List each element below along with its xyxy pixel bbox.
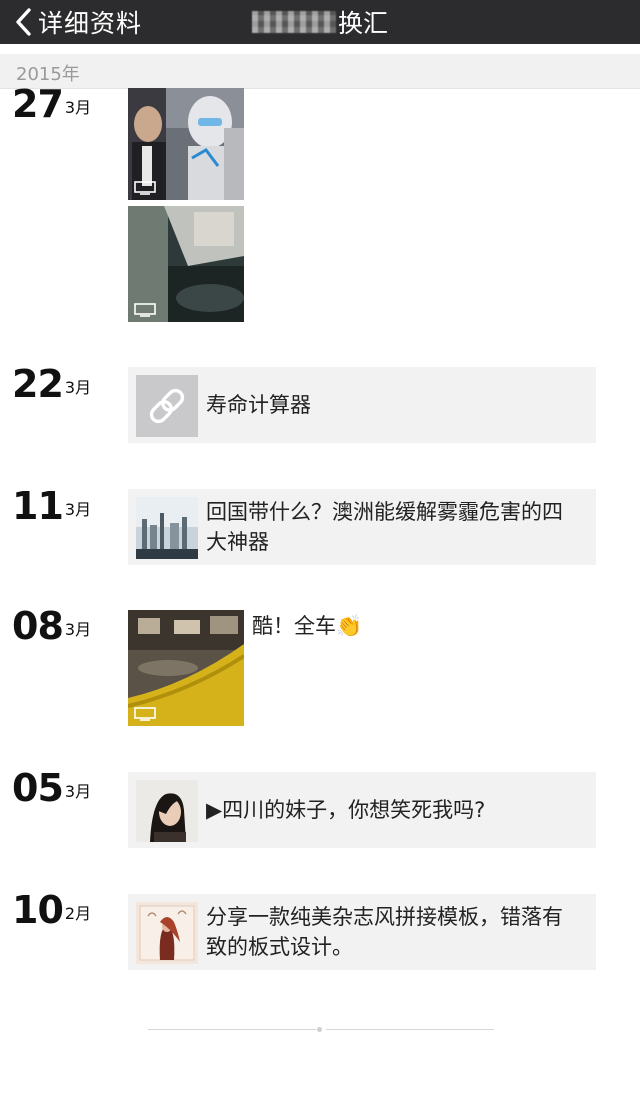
link-card[interactable]: ▶四川的妹子，你想笑死我吗? [128,772,596,848]
link-title: ▶四川的妹子，你想笑死我吗? [206,798,486,822]
link-title: 回国带什么？澳洲能缓解雾霾危害的四大神器 [206,500,563,554]
date-label: 10 2月 [12,888,91,932]
article-thumbnail [136,902,198,964]
date-month: 3月 [64,500,92,519]
date-label: 11 3月 [12,484,91,528]
year-header: 2015年 [0,54,640,89]
article-thumbnail [136,497,198,559]
date-label: 22 3月 [12,362,91,406]
link-icon [136,375,198,437]
page-title: 换汇 [0,0,640,44]
link-card[interactable]: 回国带什么？澳洲能缓解雾霾危害的四大神器 [128,489,596,565]
video-thumbnail[interactable] [128,206,244,322]
footer-divider [148,1029,316,1030]
date-label: 05 3月 [12,766,91,810]
tv-icon [134,302,156,317]
date-day: 08 [12,604,64,648]
tv-icon [134,180,156,195]
date-day: 11 [12,484,64,528]
date-month: 3月 [64,378,92,397]
date-day: 27 [12,82,64,126]
link-title: 寿命计算器 [206,393,311,417]
article-thumbnail [136,780,198,842]
blurred-name [251,11,336,33]
date-day: 22 [12,362,64,406]
link-card[interactable]: 寿命计算器 [128,367,596,443]
link-card[interactable]: 分享一款纯美杂志风拼接模板，错落有致的板式设计。 [128,894,596,970]
link-title: 分享一款纯美杂志风拼接模板，错落有致的板式设计。 [206,905,563,959]
nav-bar: 详细资料 换汇 [0,0,640,44]
date-day: 05 [12,766,64,810]
footer-divider [326,1029,494,1030]
tv-icon [134,706,156,721]
footer-dot [317,1027,322,1032]
date-month: 3月 [64,620,92,639]
date-month: 3月 [64,782,92,801]
date-label: 27 3月 [12,82,91,126]
date-day: 10 [12,888,64,932]
video-thumbnail[interactable] [128,610,244,726]
date-month: 3月 [64,98,92,117]
post-caption: 酷！全车👏 [252,614,363,638]
date-month: 2月 [64,904,92,923]
date-label: 08 3月 [12,604,91,648]
video-thumbnail[interactable] [128,88,244,200]
page-title-text: 换汇 [337,9,388,38]
